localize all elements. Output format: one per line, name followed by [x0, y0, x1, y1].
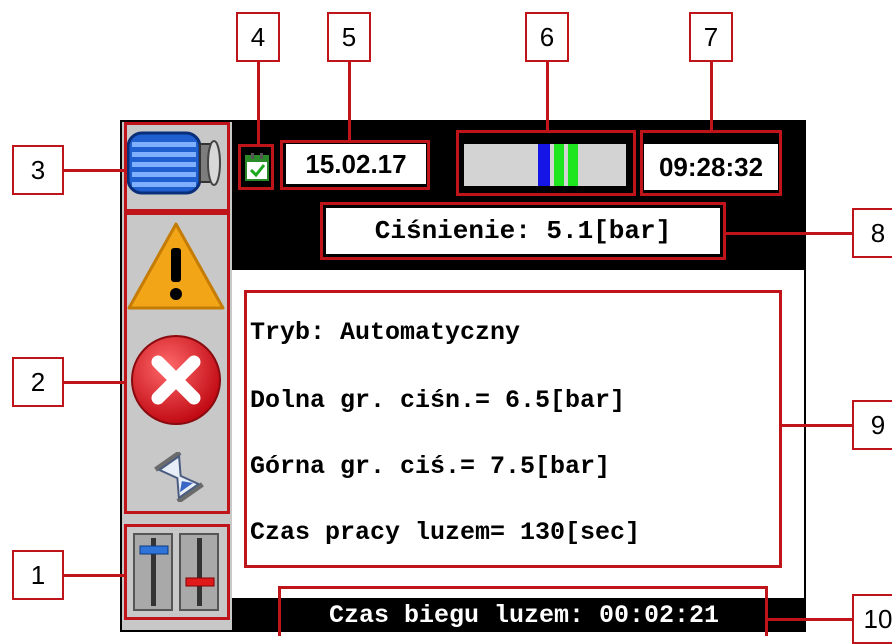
- highlight-params: [244, 290, 782, 568]
- highlight-level: [456, 130, 636, 196]
- callout-5: 5: [327, 12, 371, 62]
- highlight-alarms: [124, 212, 230, 514]
- leader-1: [64, 574, 126, 577]
- highlight-sliders: [124, 524, 230, 620]
- callout-6: 6: [525, 12, 569, 62]
- highlight-pressure: [320, 202, 726, 260]
- leader-4: [257, 62, 260, 144]
- leader-2: [64, 381, 126, 384]
- highlight-calendar: [238, 144, 274, 190]
- leader-9: [780, 424, 852, 427]
- callout-3: 3: [12, 145, 64, 195]
- highlight-date: [280, 140, 430, 190]
- callout-7: 7: [689, 12, 733, 62]
- callout-8: 8: [852, 208, 892, 258]
- highlight-motor: [124, 122, 230, 212]
- highlight-time: [640, 130, 782, 196]
- highlight-footer: [278, 586, 768, 636]
- leader-5: [348, 62, 351, 142]
- leader-6: [546, 62, 549, 132]
- callout-10: 10: [852, 594, 892, 644]
- leader-8: [724, 232, 852, 235]
- callout-9: 9: [852, 400, 892, 450]
- callout-4: 4: [236, 12, 280, 62]
- callout-1: 1: [12, 550, 64, 600]
- callout-2: 2: [12, 357, 64, 407]
- leader-7: [710, 62, 713, 132]
- leader-3: [64, 169, 126, 172]
- leader-10: [766, 618, 852, 621]
